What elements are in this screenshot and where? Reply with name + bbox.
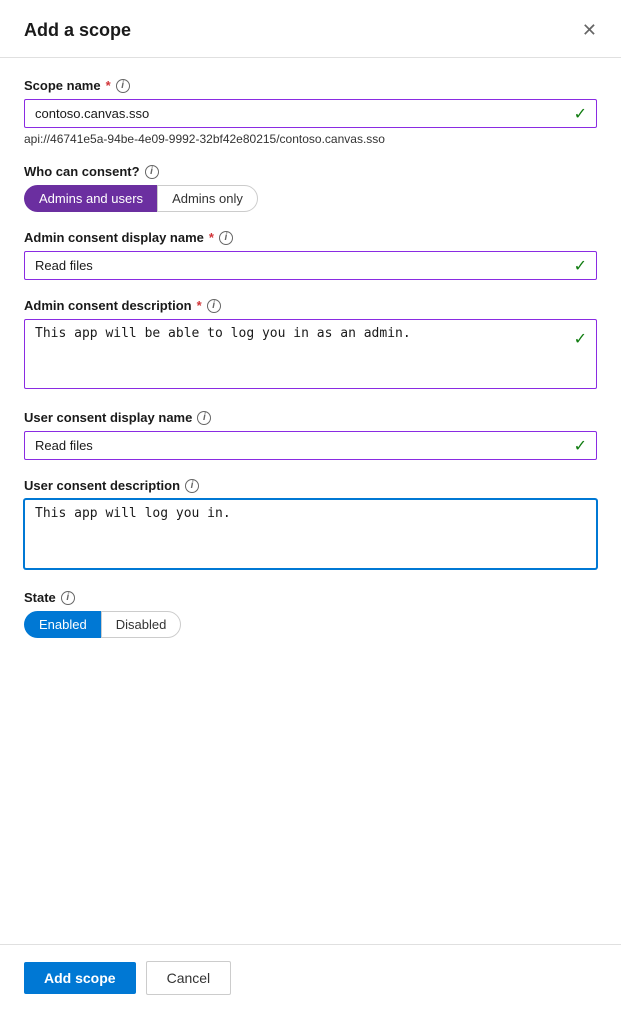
user-consent-display-name-wrapper: ✓ <box>24 431 597 460</box>
dialog-title: Add a scope <box>24 20 131 41</box>
add-scope-dialog: Add a scope ✕ Scope name * i ✓ api://467… <box>0 0 621 1011</box>
user-consent-description-input[interactable]: This app will log you in. <box>24 499 597 569</box>
user-consent-description-group: User consent description i This app will… <box>24 478 597 572</box>
dialog-footer: Add scope Cancel <box>0 944 621 1011</box>
admin-consent-desc-info-icon[interactable]: i <box>207 299 221 313</box>
scope-name-info-icon[interactable]: i <box>116 79 130 93</box>
required-star-2: * <box>209 230 214 245</box>
scope-name-label: Scope name * i <box>24 78 597 93</box>
close-button[interactable]: ✕ <box>578 16 601 45</box>
user-consent-display-check-icon: ✓ <box>574 436 587 456</box>
user-consent-display-name-label: User consent display name i <box>24 410 597 425</box>
enabled-option[interactable]: Enabled <box>24 611 101 638</box>
admin-consent-display-name-label: Admin consent display name * i <box>24 230 597 245</box>
disabled-option[interactable]: Disabled <box>101 611 182 638</box>
state-label: State i <box>24 590 597 605</box>
state-toggle: Enabled Disabled <box>24 611 597 638</box>
admin-consent-description-label: Admin consent description * i <box>24 298 597 313</box>
scope-name-input[interactable] <box>24 99 597 128</box>
dialog-body: Scope name * i ✓ api://46741e5a-94be-4e0… <box>0 58 621 944</box>
user-consent-description-wrapper: This app will log you in. <box>24 499 597 572</box>
admin-consent-display-name-wrapper: ✓ <box>24 251 597 280</box>
admins-only-option[interactable]: Admins only <box>157 185 258 212</box>
user-consent-display-name-group: User consent display name i ✓ <box>24 410 597 460</box>
state-group: State i Enabled Disabled <box>24 590 597 638</box>
dialog-header: Add a scope ✕ <box>0 0 621 58</box>
user-consent-display-info-icon[interactable]: i <box>197 411 211 425</box>
who-can-consent-group: Who can consent? i Admins and users Admi… <box>24 164 597 212</box>
admin-consent-display-name-input[interactable] <box>24 251 597 280</box>
user-consent-description-label: User consent description i <box>24 478 597 493</box>
api-url-text: api://46741e5a-94be-4e09-9992-32bf42e802… <box>24 132 597 146</box>
scope-name-check-icon: ✓ <box>574 104 587 124</box>
user-consent-display-name-input[interactable] <box>24 431 597 460</box>
admin-consent-description-input[interactable]: This app will be able to log you in as a… <box>24 319 597 389</box>
admin-consent-display-check-icon: ✓ <box>574 256 587 276</box>
who-can-consent-toggle: Admins and users Admins only <box>24 185 597 212</box>
admins-and-users-option[interactable]: Admins and users <box>24 185 157 212</box>
scope-name-group: Scope name * i ✓ api://46741e5a-94be-4e0… <box>24 78 597 146</box>
scope-name-input-wrapper: ✓ <box>24 99 597 128</box>
cancel-button[interactable]: Cancel <box>146 961 232 995</box>
admin-consent-display-name-group: Admin consent display name * i ✓ <box>24 230 597 280</box>
admin-consent-description-group: Admin consent description * i This app w… <box>24 298 597 392</box>
admin-consent-desc-check-icon: ✓ <box>574 329 587 349</box>
who-can-consent-label: Who can consent? i <box>24 164 597 179</box>
required-star: * <box>106 78 111 93</box>
user-consent-desc-info-icon[interactable]: i <box>185 479 199 493</box>
who-can-consent-info-icon[interactable]: i <box>145 165 159 179</box>
admin-consent-display-info-icon[interactable]: i <box>219 231 233 245</box>
required-star-3: * <box>197 298 202 313</box>
admin-consent-description-wrapper: This app will be able to log you in as a… <box>24 319 597 392</box>
state-info-icon[interactable]: i <box>61 591 75 605</box>
add-scope-button[interactable]: Add scope <box>24 962 136 994</box>
